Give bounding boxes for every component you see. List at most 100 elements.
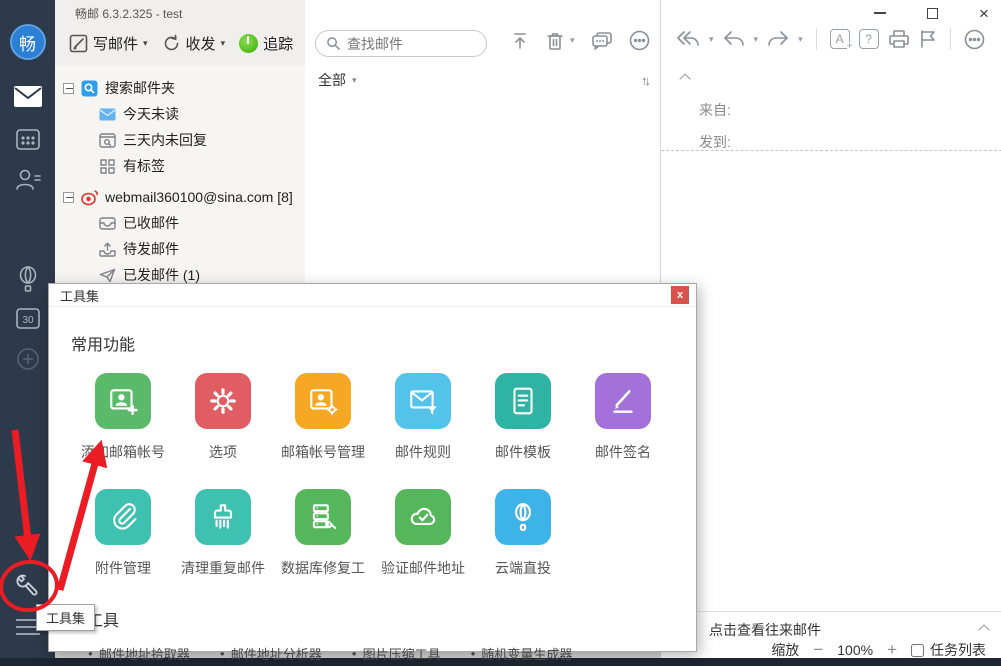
close-button[interactable]: × — [973, 2, 995, 24]
reading-toolbar: ▾ ▾ ▾ A+ ? — [675, 28, 985, 50]
tool-clean-duplicates[interactable]: 清理重复邮件 — [173, 489, 273, 578]
task-list-label: 任务列表 — [930, 640, 986, 660]
small-tool-image-compress[interactable]: ●图片压缩工具 — [352, 644, 441, 663]
filter-all[interactable]: 全部 — [318, 70, 346, 90]
compose-icon — [69, 34, 88, 53]
address-block: 来自: 发到: — [681, 70, 731, 152]
compose-button[interactable]: 写邮件 ▾ — [69, 33, 148, 54]
list-toolbar-icons: ▾ — [510, 30, 650, 51]
collapse-icon[interactable] — [63, 83, 74, 94]
reply-icon[interactable] — [723, 30, 745, 48]
tree-item-today-unread[interactable]: 今天未读 — [55, 101, 305, 127]
user-card-plus-icon — [107, 385, 139, 417]
app-sidebar: 畅 30 — [0, 0, 55, 666]
maximize-icon — [927, 8, 938, 19]
expand-footer-icon[interactable] — [978, 624, 989, 635]
tool-verify-address[interactable]: 验证邮件地址 — [373, 489, 473, 578]
small-tool-address-analyzer[interactable]: ●邮件地址分析器 — [220, 644, 322, 663]
zoom-in-button[interactable]: + — [887, 640, 897, 660]
zoom-value: 100% — [837, 642, 873, 658]
schedule-30-icon: 30 — [15, 306, 41, 331]
more-actions-icon[interactable] — [964, 29, 985, 50]
collapse-icon[interactable] — [63, 192, 74, 203]
font-size-icon[interactable]: A+ — [830, 29, 850, 49]
balloon-icon — [15, 266, 41, 293]
app-logo[interactable]: 畅 — [0, 24, 55, 60]
tool-mail-template[interactable]: 邮件模板 — [473, 373, 573, 462]
conversation-footer[interactable]: 点击查看往来邮件 — [661, 611, 1001, 640]
trash-caret-icon[interactable]: ▾ — [570, 35, 575, 46]
small-tool-random-variable[interactable]: ●随机变量生成器 — [471, 644, 573, 663]
sidebar-item-contacts[interactable] — [0, 167, 55, 192]
track-button[interactable]: 追踪 — [239, 33, 293, 54]
more-options-icon[interactable] — [629, 30, 650, 51]
small-tool-address-picker[interactable]: ●邮件地址拾取器 — [88, 644, 190, 663]
tool-cloud-send[interactable]: 云端直投 — [473, 489, 573, 578]
archive-up-icon[interactable] — [510, 31, 530, 51]
tool-mail-rules[interactable]: 邮件规则 — [373, 373, 473, 462]
minimize-button[interactable] — [869, 2, 891, 24]
reading-pane: ▾ ▾ ▾ A+ ? 来自: 发到: 点击查看往来邮件 缩放 − 100% + … — [660, 0, 1001, 666]
send-receive-caret-icon[interactable]: ▾ — [221, 38, 226, 49]
trash-icon[interactable] — [546, 31, 564, 51]
cloud-check-icon — [407, 501, 439, 533]
mail-filter-icon — [407, 385, 439, 417]
tool-attachment-manage[interactable]: 附件管理 — [73, 489, 173, 578]
flag-icon[interactable] — [919, 29, 937, 49]
tree-item-tagged[interactable]: 有标签 — [55, 153, 305, 179]
tool-account-manage[interactable]: 邮箱帐号管理 — [273, 373, 373, 462]
from-label: 来自: — [681, 100, 731, 120]
reply-all-icon[interactable] — [675, 30, 700, 48]
reply-caret-icon[interactable]: ▾ — [754, 34, 759, 45]
sidebar-item-add[interactable] — [0, 346, 55, 372]
task-list-checkbox[interactable] — [911, 644, 924, 657]
sort-icon[interactable]: ↑↓ — [641, 73, 648, 88]
mail-icon — [13, 85, 43, 109]
dialog-header[interactable]: 工具集 x — [49, 284, 696, 307]
minimize-icon — [874, 12, 886, 14]
history-link[interactable]: 点击查看往来邮件 — [709, 620, 821, 640]
zoom-out-button[interactable]: − — [813, 640, 823, 660]
chat-icon[interactable] — [591, 31, 613, 51]
database-wrench-icon — [307, 501, 339, 533]
help-icon[interactable]: ? — [859, 29, 879, 49]
sidebar-item-tools[interactable] — [0, 572, 55, 600]
tree-item-no-reply-3days[interactable]: 三天内未回复 — [55, 127, 305, 153]
sidebar-item-schedule[interactable]: 30 — [0, 306, 55, 331]
sent-icon — [99, 267, 116, 284]
tree-item-label: 已发邮件 (1) — [123, 265, 200, 285]
track-icon — [239, 34, 258, 53]
reply-all-caret-icon[interactable]: ▾ — [709, 34, 714, 45]
forward-icon[interactable] — [767, 30, 789, 48]
maximize-button[interactable] — [921, 2, 943, 24]
tool-options[interactable]: 选项 — [173, 373, 273, 462]
tree-item-label: 有标签 — [123, 156, 165, 176]
tool-database-repair[interactable]: 数据库修复工 — [273, 489, 373, 578]
tool-add-account[interactable]: 添加邮箱帐号 — [73, 373, 173, 462]
send-receive-button[interactable]: 收发 ▾ — [162, 33, 226, 54]
sidebar-item-calendar[interactable] — [0, 127, 55, 151]
svg-text:30: 30 — [22, 315, 34, 326]
dialog-title: 工具集 — [60, 286, 99, 305]
sidebar-item-balloon[interactable] — [0, 266, 55, 293]
search-input[interactable] — [347, 36, 467, 52]
collapse-header-icon[interactable] — [679, 73, 690, 84]
forward-caret-icon[interactable]: ▾ — [798, 34, 803, 45]
dialog-close-button[interactable]: x — [671, 286, 689, 304]
compose-label: 写邮件 — [93, 33, 138, 54]
logo-icon: 畅 — [10, 24, 46, 60]
section-title-small-tools: 小工具 — [71, 607, 696, 631]
compose-caret-icon[interactable]: ▾ — [143, 38, 148, 49]
tree-item-inbox[interactable]: 已收邮件 — [55, 210, 305, 236]
filter-caret-icon[interactable]: ▾ — [352, 75, 357, 86]
tree-group-account[interactable]: webmail360100@sina.com [8] — [55, 184, 305, 210]
zoom-label: 缩放 — [771, 640, 799, 660]
sidebar-item-mail[interactable] — [0, 85, 55, 109]
search-box[interactable] — [315, 30, 487, 57]
tree-item-outbox[interactable]: 待发邮件 — [55, 236, 305, 262]
tool-row-2: 附件管理 清理重复邮件 数据库修复工 验证邮件地址 云端直投 — [49, 489, 696, 578]
tree-group-search-folders[interactable]: 搜索邮件夹 — [55, 75, 305, 101]
print-icon[interactable] — [888, 29, 910, 49]
filter-row: 全部 ▾ ↑↓ — [318, 70, 648, 90]
tool-mail-signature[interactable]: 邮件签名 — [573, 373, 673, 462]
